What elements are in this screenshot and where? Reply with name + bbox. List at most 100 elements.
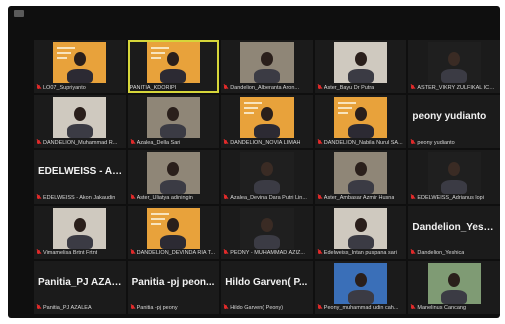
participant-tile[interactable]: Panitia -pj peon... Panitia -pj peony xyxy=(127,260,220,314)
participant-tile[interactable]: Azalea_Devina Dara Putri Lin... xyxy=(221,150,313,204)
participant-name: peony yudianto xyxy=(417,139,455,146)
participant-name: EDELWEISS - Akon Jakaudin xyxy=(43,195,116,202)
participant-name-bar: Aster_Ambasar Azmir Husna xyxy=(317,194,405,203)
video-frame xyxy=(427,262,481,304)
participant-tile[interactable]: DANDELION_NOVIA LIMAH xyxy=(221,95,313,149)
participant-video xyxy=(408,261,500,304)
person-head xyxy=(354,272,367,287)
participant-tile[interactable]: LO07_Supriyanto xyxy=(34,40,126,94)
participant-name-bar: Manelinus Cancang xyxy=(410,304,498,313)
participant-tile[interactable]: Dandelion_Yesh... Dandelion_Yeshica xyxy=(408,205,500,259)
video-frame xyxy=(334,42,388,84)
mic-muted-icon xyxy=(36,139,41,146)
video-frame xyxy=(427,42,481,84)
participant-tile[interactable]: Peony_muhammad udin cah... xyxy=(314,260,407,314)
person-body xyxy=(160,69,187,84)
poster-text xyxy=(338,107,353,110)
participant-name-bar: Vimamelisa Brtnt Frtnt xyxy=(36,249,124,258)
video-frame xyxy=(146,97,200,139)
participant-name: DANDELION_NOVIA LIMAH xyxy=(230,139,301,146)
person-body xyxy=(347,234,374,249)
person-body xyxy=(253,179,280,194)
participant-tile[interactable]: Aster_Bayu Dr Putra xyxy=(314,40,407,94)
participant-tile[interactable]: EDELWEISS - Ak... EDELWEISS - Akon Jakaud… xyxy=(34,150,126,204)
person-body xyxy=(441,179,468,194)
poster-text xyxy=(338,112,349,115)
participant-name-bar: Aster_Bayu Dr Putra xyxy=(317,83,405,92)
person-head xyxy=(73,52,86,66)
video-frame xyxy=(334,152,388,194)
poster-text xyxy=(150,217,165,220)
participant-name-bar: Edelweiss_Intan puspana sari xyxy=(317,249,405,258)
participant-name: ASTER_VIKRY ZULFIKAL ICHWA... xyxy=(417,84,498,91)
video-frame xyxy=(53,97,107,139)
participant-name-bar: Panitia_PJ AZALEA xyxy=(36,304,124,313)
participant-name-bar: Azalea_Devina Dara Putri Lin... xyxy=(223,194,311,203)
mic-muted-icon xyxy=(130,250,135,256)
participant-video xyxy=(315,95,407,139)
participant-tile[interactable]: ASTER_VIKRY ZULFIKAL ICHWA... xyxy=(408,40,500,94)
participant-tile[interactable]: Azalea_Della Sari xyxy=(127,95,220,149)
participant-name-bar: DANDELION_Muhammad R... xyxy=(36,138,124,147)
video-frame xyxy=(53,207,107,249)
participant-tile[interactable]: PANITIA_KDORIPI xyxy=(127,40,220,94)
participant-name-bar: EDELWEISS - Akon Jakaudin xyxy=(36,194,124,203)
person-head xyxy=(73,217,86,232)
mic-muted-icon xyxy=(410,84,415,91)
mic-muted-icon xyxy=(317,139,322,146)
participant-name-bar: DANDELION_DEVINDA RIA T... xyxy=(130,249,218,258)
participant-tile[interactable]: peony yudianto peony yudianto xyxy=(408,95,500,149)
participant-tile[interactable]: Edelweiss_Intan puspana sari xyxy=(314,205,407,259)
participant-video xyxy=(128,95,220,139)
participant-tile[interactable]: Dandelion_Alberanta Aron... xyxy=(221,40,313,94)
meeting-window: LO07_Supriyanto PANITIA_KDORIPI Dandelion_… xyxy=(8,6,500,318)
participant-display-name: peony yudianto xyxy=(412,111,487,123)
poster-text xyxy=(150,222,161,225)
mic-muted-icon xyxy=(130,305,135,311)
person-head xyxy=(448,52,461,66)
participant-grid: LO07_Supriyanto PANITIA_KDORIPI Dandelion_… xyxy=(34,40,500,314)
poster-text xyxy=(150,212,169,215)
poster-text xyxy=(57,57,68,59)
participant-name-bar: Dandelion_Alberanta Aron... xyxy=(223,83,311,92)
participant-name: Vimamelisa Brtnt Frtnt xyxy=(43,250,98,257)
person-body xyxy=(347,69,374,84)
participant-tile[interactable]: DANDELION_Nabila Nurul SA... xyxy=(314,95,407,149)
participant-tile[interactable]: Aster_Ambasar Azmir Husna xyxy=(314,150,407,204)
video-frame xyxy=(146,152,200,194)
person-body xyxy=(66,69,93,84)
person-body xyxy=(441,69,468,84)
mic-muted-icon xyxy=(130,139,135,146)
poster-text xyxy=(57,47,76,49)
participant-video xyxy=(315,206,407,249)
participant-tile[interactable]: Manelinus Cancang xyxy=(408,260,500,314)
participant-display-name: Panitia_PJ AZAL... xyxy=(38,276,123,288)
person-head xyxy=(73,107,86,122)
mic-muted-icon xyxy=(223,195,228,201)
person-body xyxy=(253,69,280,84)
participant-name: DANDELION_Nabila Nurul SA... xyxy=(323,139,403,146)
participant-tile[interactable]: Panitia_PJ AZAL... Panitia_PJ AZALEA xyxy=(34,260,126,314)
participant-tile[interactable]: DANDELION_DEVINDA RIA T... xyxy=(127,205,220,259)
video-frame xyxy=(240,97,294,139)
participant-video: Dandelion_Yesh... xyxy=(408,206,500,249)
participant-tile[interactable]: Hildo Garven( P... Hildo Garven( Peony) xyxy=(221,260,313,314)
participant-name: LO07_Supriyanto xyxy=(43,84,86,91)
participant-tile[interactable]: Vimamelisa Brtnt Frtnt xyxy=(34,205,126,259)
video-frame xyxy=(240,207,294,249)
poster-text xyxy=(150,57,161,59)
participant-name: Panitia_PJ AZALEA xyxy=(43,305,92,312)
participant-name: PANITIA_KDORIPI xyxy=(129,84,177,91)
participant-tile[interactable]: DANDELION_Muhammad R... xyxy=(34,95,126,149)
person-head xyxy=(167,217,180,232)
person-body xyxy=(66,124,93,139)
person-head xyxy=(354,217,367,232)
participant-tile[interactable]: Aster_Uliatya adiningin xyxy=(127,150,220,204)
window-menu-icon[interactable] xyxy=(14,10,24,17)
participant-tile[interactable]: EDELWEISS_Adrianus lopi xyxy=(408,150,500,204)
person-head xyxy=(167,52,180,66)
participant-tile[interactable]: PEONY - MUHAMMAD AZIZ... xyxy=(221,205,313,259)
participant-video: Panitia -pj peon... xyxy=(128,261,220,304)
person-head xyxy=(260,162,273,177)
participant-video: EDELWEISS - Ak... xyxy=(34,150,126,193)
